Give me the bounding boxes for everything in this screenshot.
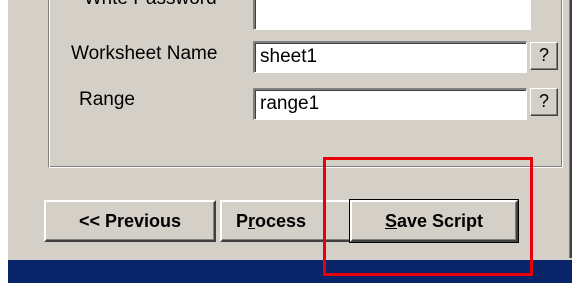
save-script-button-accelerator: S <box>384 211 397 231</box>
process-button[interactable]: Process <box>220 200 352 242</box>
write-password-label: Write Password <box>84 0 217 10</box>
dialog-window: Write Password Worksheet Name sheet1 ? R… <box>6 0 572 283</box>
save-script-button[interactable]: Save Script <box>349 199 519 243</box>
write-password-field[interactable] <box>253 0 531 30</box>
worksheet-name-label: Worksheet Name <box>71 43 218 64</box>
range-help-button[interactable]: ? <box>530 88 558 116</box>
save-script-button-label-suffix: ave Script <box>396 211 484 231</box>
range-field[interactable]: range1 <box>253 88 527 120</box>
process-button-label-prefix: P <box>236 211 249 231</box>
process-button-label-suffix: ocess <box>255 211 307 231</box>
process-button-accelerator: r <box>248 211 256 231</box>
previous-button[interactable]: << Previous <box>44 200 216 242</box>
screenshot: Write Password Worksheet Name sheet1 ? R… <box>0 0 574 283</box>
worksheet-name-field[interactable]: sheet1 <box>253 41 527 73</box>
taskbar <box>8 258 572 283</box>
worksheet-name-help-button[interactable]: ? <box>530 42 558 70</box>
range-label: Range <box>79 89 135 110</box>
